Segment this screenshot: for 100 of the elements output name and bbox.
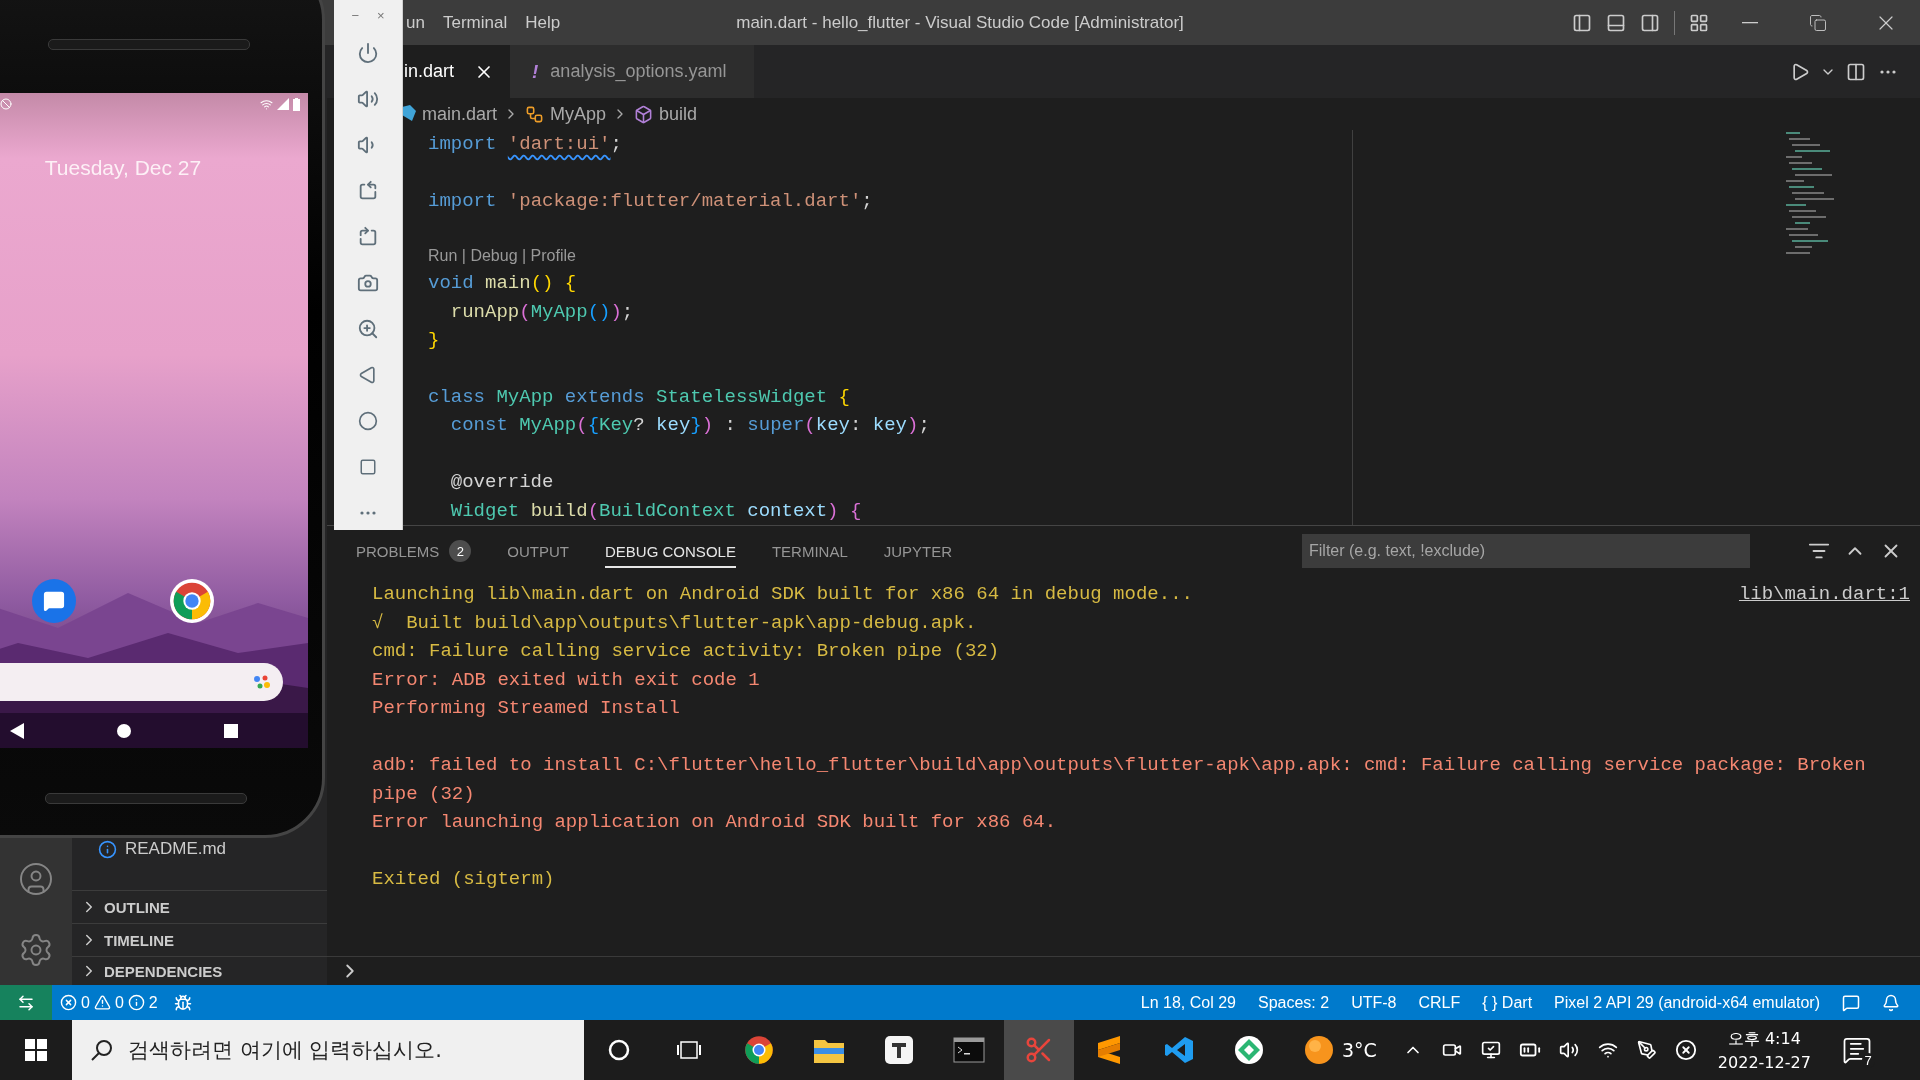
square-icon bbox=[359, 458, 377, 476]
status-item[interactable]: Pixel 2 API 29 (android-x64 emulator) bbox=[1546, 985, 1828, 1020]
chrome-icon[interactable] bbox=[744, 1035, 774, 1065]
taskbar-clock[interactable]: 오후 4:14 2022-12-27 bbox=[1703, 1028, 1829, 1072]
console-line: Launching lib\main.dart on Android SDK built for x86 64 in debug mode... bbox=[372, 582, 1193, 607]
signal-icon bbox=[277, 98, 289, 110]
panel-tab[interactable]: TERMINAL bbox=[771, 534, 848, 568]
console-icon[interactable] bbox=[953, 1037, 985, 1063]
panel-tab[interactable]: OUTPUT bbox=[507, 534, 570, 568]
monitor-icon bbox=[1480, 1040, 1501, 1060]
panel-tab[interactable]: PROBLEMS 2 bbox=[356, 534, 472, 568]
document-icon[interactable] bbox=[884, 1035, 914, 1065]
home-icon bbox=[358, 411, 378, 431]
layout-grid-icon bbox=[1689, 12, 1709, 33]
source-link[interactable]: lib\main.dart:1 bbox=[1738, 580, 1910, 609]
method-icon bbox=[634, 104, 654, 124]
panel-tab[interactable]: JUPYTER bbox=[883, 534, 953, 568]
rotate-right-icon bbox=[357, 226, 379, 248]
editor-tab[interactable]: ! analysis_options.yaml bbox=[510, 45, 755, 98]
warning-icon bbox=[93, 994, 111, 1011]
breadcrumb-item[interactable]: MyApp bbox=[550, 103, 607, 125]
circle-x-icon bbox=[1674, 1039, 1697, 1061]
menu-item[interactable]: Terminal bbox=[433, 6, 517, 39]
status-item[interactable]: UTF-8 bbox=[1343, 985, 1405, 1020]
minimize-icon bbox=[1742, 21, 1758, 24]
code-line: import 'dart:ui'; bbox=[428, 132, 622, 157]
weather-widget[interactable]: 3°C bbox=[1284, 1035, 1395, 1065]
console-line: √ Built build\app\outputs\flutter-apk\app-debug.apk. bbox=[372, 610, 977, 636]
emulator-icon[interactable] bbox=[1234, 1035, 1264, 1065]
bell-icon bbox=[1882, 993, 1900, 1012]
rotate-left-icon bbox=[357, 180, 379, 202]
power-button[interactable] bbox=[357, 42, 379, 64]
search-icon bbox=[90, 1038, 114, 1062]
back-button[interactable] bbox=[8, 721, 26, 740]
zoom-button[interactable] bbox=[357, 318, 379, 340]
zoom-in-icon bbox=[357, 318, 379, 340]
section-title: TIMELINE bbox=[104, 931, 174, 949]
tab-mark: ! bbox=[532, 60, 539, 83]
editor-tab[interactable]: in.dart bbox=[402, 45, 511, 98]
recents-icon bbox=[224, 723, 238, 738]
wifi-icon bbox=[1597, 1040, 1618, 1060]
status-item[interactable]: Spaces: 2 bbox=[1250, 985, 1338, 1020]
emulator-window-button[interactable]: − bbox=[349, 7, 361, 23]
pen-icon bbox=[1636, 1040, 1657, 1060]
console-line: Error: ADB exited with exit code 1 bbox=[372, 667, 760, 693]
status-icon bbox=[0, 98, 12, 110]
code-line: Widget build(BuildContext context) { bbox=[449, 498, 862, 524]
volume-up-icon bbox=[357, 88, 379, 110]
sun-icon bbox=[1304, 1035, 1334, 1065]
code-line: import 'package:flutter/material.dart'; bbox=[428, 188, 873, 214]
error-icon bbox=[60, 994, 77, 1011]
bug-icon bbox=[173, 993, 192, 1012]
filter-field[interactable]: Filter (e.g. text, !exclude) bbox=[1302, 534, 1750, 568]
screenshot-button[interactable] bbox=[357, 272, 379, 294]
windows-logo-icon bbox=[25, 1039, 47, 1061]
file-name: README.md bbox=[125, 839, 227, 859]
status-item[interactable]: CRLF bbox=[1410, 985, 1469, 1020]
message-icon bbox=[1841, 1035, 1872, 1065]
ellipsis-icon bbox=[360, 511, 376, 515]
vscode-icon[interactable] bbox=[1164, 1035, 1194, 1065]
home-button[interactable] bbox=[115, 721, 133, 740]
code-line: const MyApp({Key? key}) : super(key: key); bbox=[449, 413, 930, 439]
code-line: class MyApp extends StatelessWidget { bbox=[428, 384, 850, 410]
split-icon bbox=[1846, 61, 1866, 82]
panel-right-icon bbox=[1640, 12, 1660, 33]
restore-icon bbox=[1809, 13, 1827, 32]
recents-button[interactable] bbox=[222, 721, 240, 740]
code-line: void main() { bbox=[428, 271, 577, 297]
messages-app-button[interactable] bbox=[32, 579, 76, 623]
status-item[interactable]: Ln 18, Col 29 bbox=[1132, 985, 1244, 1020]
codelens-links[interactable]: Run | Debug | Profile bbox=[428, 243, 576, 270]
menu-item[interactable]: Help bbox=[516, 6, 570, 39]
back-icon bbox=[10, 722, 24, 739]
remote-button[interactable] bbox=[0, 985, 52, 1020]
rotate-right-button[interactable] bbox=[357, 226, 379, 248]
sublime-icon[interactable] bbox=[1096, 1035, 1122, 1065]
status-item[interactable]: { } Dart bbox=[1474, 985, 1541, 1020]
tab-label: in.dart bbox=[404, 61, 455, 82]
notification-center-button[interactable]: 7 bbox=[1828, 1020, 1885, 1080]
notification-count: 7 bbox=[1861, 1053, 1875, 1068]
problems-status[interactable]: 0 0 2 bbox=[52, 985, 166, 1020]
power-icon bbox=[357, 42, 379, 64]
home-icon bbox=[116, 722, 132, 739]
file-item[interactable]: README.md bbox=[72, 834, 327, 864]
tab-label: analysis_options.yaml bbox=[550, 61, 727, 82]
breadcrumb-item[interactable]: build bbox=[659, 103, 698, 125]
breadcrumb-item[interactable]: main.dart bbox=[422, 103, 498, 125]
panel-tab[interactable]: DEBUG CONSOLE bbox=[605, 534, 736, 568]
task-view-icon bbox=[676, 1038, 702, 1062]
volume-up-button[interactable] bbox=[357, 88, 379, 110]
console-line: cmd: Failure calling service activity: Broken pipe (32) bbox=[372, 639, 1000, 664]
section-title: OUTLINE bbox=[104, 898, 170, 916]
taskbar-search-field[interactable]: 검색하려면 여기에 입력하십시오. bbox=[72, 1020, 584, 1080]
lock-screen-date: Tuesday, Dec 27 bbox=[44, 156, 202, 180]
window-title: main.dart - hello_flutter - Visual Studio Code [Administrator] bbox=[736, 12, 1184, 33]
menu-item[interactable]: un bbox=[404, 6, 434, 39]
rotate-left-button[interactable] bbox=[357, 180, 379, 202]
volume-icon bbox=[1558, 1040, 1579, 1060]
emulator-window-button[interactable]: × bbox=[375, 7, 387, 23]
code-line: } bbox=[428, 328, 440, 354]
